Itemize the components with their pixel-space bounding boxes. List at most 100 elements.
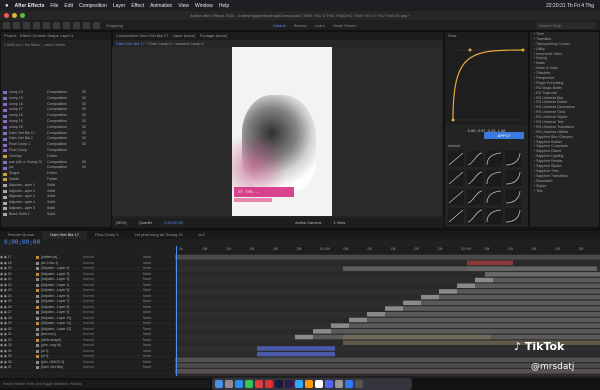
layer-switches[interactable]: ◉ ◉ 31 [0, 332, 36, 337]
views-select[interactable]: 1 View [333, 218, 345, 228]
zalo-icon[interactable] [345, 380, 353, 388]
menu-effect[interactable]: Effect [131, 3, 144, 9]
discord-icon[interactable] [325, 380, 333, 388]
menu-animation[interactable]: Animation [150, 3, 172, 9]
workspace-small-screen[interactable]: Small Screen [333, 23, 357, 28]
layer-label-color[interactable] [36, 300, 39, 304]
layer-bar[interactable] [403, 300, 421, 306]
layer-parent[interactable]: None [143, 299, 151, 304]
layer-label-color[interactable] [36, 316, 39, 320]
app-name[interactable]: After Effects [15, 3, 45, 9]
layer-name[interactable]: [Adjustm...Layer 3] [41, 272, 83, 277]
layer-bar[interactable] [349, 323, 600, 328]
trash-icon[interactable] [355, 380, 363, 388]
playhead[interactable] [176, 246, 177, 376]
layer-name[interactable]: [Adjustm...Layer 4] [41, 266, 83, 271]
layer-switches[interactable]: ◉ ◉ 30 [0, 327, 36, 332]
layer-switches[interactable]: ◉ ◉ 18 [0, 261, 36, 266]
layer-parent[interactable]: None [143, 294, 151, 299]
flow-preset-thumb[interactable] [486, 170, 502, 186]
menu-window[interactable]: Window [195, 3, 213, 9]
safari-icon[interactable] [235, 380, 243, 388]
layer-switches[interactable]: ◉ ◉ 37 [0, 365, 36, 370]
rectangle-tool-icon[interactable] [73, 21, 80, 29]
layer-mode[interactable]: Normal [83, 365, 143, 370]
layer-name[interactable]: [Adjustm...Layer 7] [41, 299, 83, 304]
illustrator-icon[interactable] [305, 380, 313, 388]
layer-bar[interactable] [175, 255, 600, 260]
layer-bar[interactable] [313, 329, 331, 334]
flow-preset-thumb[interactable] [448, 170, 464, 186]
messages-icon[interactable] [245, 380, 253, 388]
layer-label-color[interactable] [36, 333, 39, 337]
layer-parent[interactable]: None [143, 365, 151, 370]
layer-parent[interactable]: None [143, 272, 151, 277]
composition-canvas[interactable]: nh xem... [232, 47, 332, 216]
layer-mode[interactable]: Normal [83, 360, 143, 365]
flow-preset-thumb[interactable] [448, 151, 464, 167]
flow-preset-thumb[interactable] [505, 170, 521, 186]
layer-parent[interactable]: None [143, 310, 151, 315]
timeline-timecode[interactable]: 0;00;00;00 [4, 239, 40, 246]
layer-bar[interactable] [485, 272, 600, 277]
layer-mode[interactable]: Normal [83, 261, 143, 266]
layer-bar[interactable] [257, 346, 335, 351]
flow-preset-thumb[interactable] [448, 189, 464, 205]
launchpad-icon[interactable] [225, 380, 233, 388]
flow-curve-graph[interactable] [445, 40, 528, 125]
layer-name[interactable]: [ai 3] [41, 354, 83, 359]
tab-render-queue[interactable]: Render Queue [0, 231, 42, 239]
layer-switches[interactable]: ◉ ◉ 22 [0, 283, 36, 288]
layer-name[interactable]: [Adjustm...Layer 1] [41, 283, 83, 288]
layer-mode[interactable]: Normal [83, 272, 143, 277]
menu-file[interactable]: File [50, 3, 58, 9]
layer-parent[interactable]: None [143, 349, 151, 354]
layer-bar[interactable] [367, 317, 600, 323]
layer-label-color[interactable] [36, 272, 39, 276]
layer-mode[interactable]: Normal [83, 349, 143, 354]
maximize-icon[interactable] [20, 13, 25, 18]
layer-bar[interactable] [421, 294, 439, 300]
layer-bar[interactable] [475, 277, 493, 283]
photos-icon[interactable] [265, 380, 273, 388]
search-help-input[interactable]: Search Help [536, 21, 596, 29]
layer-parent[interactable]: None [143, 343, 151, 348]
layer-switches[interactable]: ◉ ◉ 28 [0, 316, 36, 321]
menu-layer[interactable]: Layer [113, 3, 126, 9]
layer-mode[interactable]: Normal [83, 255, 143, 260]
project-item[interactable]: Black Solid 2 Solid [1, 212, 111, 218]
layer-mode[interactable]: Normal [83, 332, 143, 337]
layer-bar[interactable] [385, 312, 600, 317]
layer-mode[interactable]: Normal [83, 316, 143, 321]
project-panel-tabs[interactable]: Project · Effect Controls Shape Layer 4 [1, 32, 111, 40]
layer-bar[interactable] [403, 306, 600, 311]
tab-project[interactable]: Project [4, 33, 16, 38]
layer-label-color[interactable] [36, 294, 39, 298]
layer-switches[interactable]: ◉ ◉ 33 [0, 343, 36, 348]
tab-ai-2[interactable]: ai 2 [190, 231, 212, 239]
layer-bar[interactable] [295, 334, 313, 340]
layer-label-color[interactable] [36, 322, 39, 326]
camera-select[interactable]: Active Camera [295, 218, 321, 228]
photoshop-icon[interactable] [295, 380, 303, 388]
track-row[interactable] [175, 260, 600, 266]
flow-preset-thumb[interactable] [467, 170, 483, 186]
layer-label-color[interactable] [36, 360, 39, 364]
flow-preset-thumb[interactable] [486, 151, 502, 167]
pen-tool-icon[interactable] [83, 21, 90, 29]
layer-label-color[interactable] [36, 311, 39, 315]
layer-parent[interactable]: None [143, 327, 151, 332]
layer-name[interactable]: [Dam Viet Bia] [41, 365, 83, 370]
menu-edit[interactable]: Edit [64, 3, 73, 9]
subtab-dam-viet-bia-17[interactable]: Dam Viet Bia 17 [116, 41, 145, 46]
layer-bar[interactable] [331, 323, 349, 328]
layer-bar[interactable] [493, 277, 600, 283]
layer-name[interactable]: [Adjustm...Layer 6] [41, 294, 83, 299]
subtab-camera-comp[interactable]: camera Comp 1 [176, 41, 204, 46]
layer-label-color[interactable] [36, 349, 39, 353]
after-effects-icon[interactable] [285, 380, 293, 388]
timeline-tracks[interactable] [175, 246, 600, 376]
camera-tool-icon[interactable] [53, 21, 60, 29]
layer-label-color[interactable] [36, 338, 39, 342]
layer-label-color[interactable] [36, 267, 39, 271]
